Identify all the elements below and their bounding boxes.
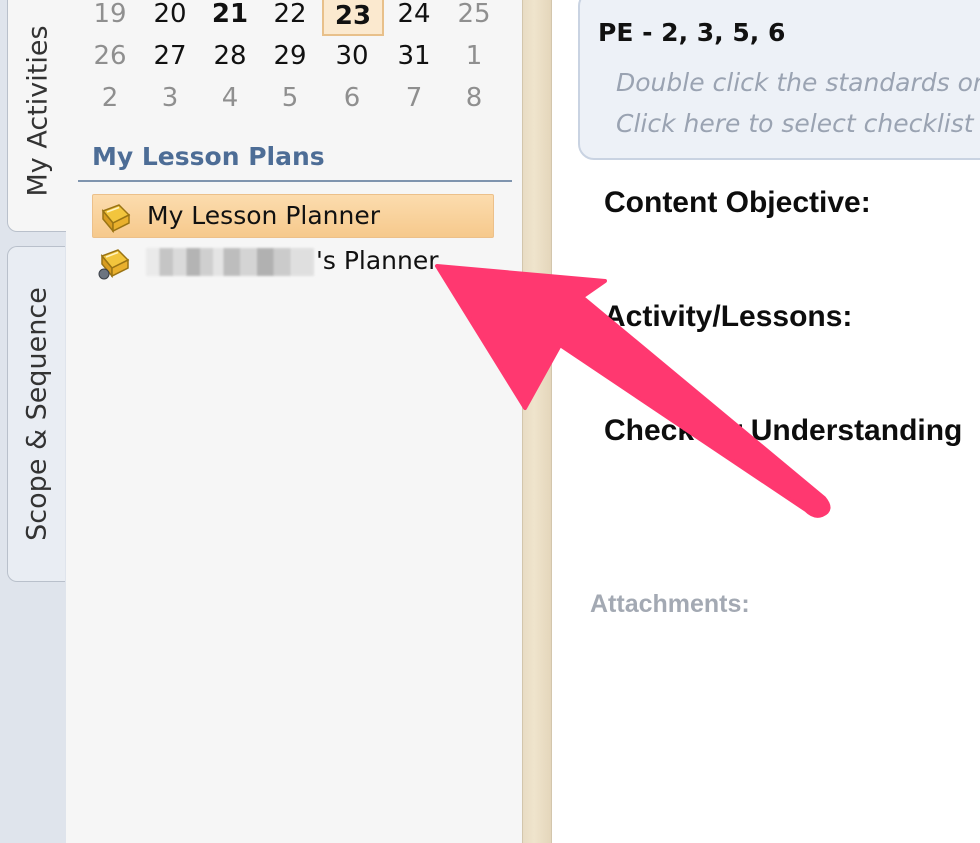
calendar-day[interactable]: 22	[260, 0, 320, 34]
section-divider	[78, 180, 512, 182]
planner-item-my-lesson-planner[interactable]: My Lesson Planner	[92, 194, 494, 238]
calendar-day[interactable]: 26	[80, 36, 140, 76]
attachments-label: Attachments:	[590, 590, 750, 618]
planner-label: My Lesson Planner	[147, 201, 381, 230]
checklist-link[interactable]: Click here to select checklist i	[616, 109, 980, 138]
tab-my-activities-label: My Activities	[22, 25, 53, 197]
calendar-day[interactable]: 24	[384, 0, 444, 34]
lesson-editor: PE - 2, 3, 5, 6 Double click the standar…	[552, 0, 980, 843]
calendar-day[interactable]: 1	[444, 36, 504, 76]
pane-splitter[interactable]	[522, 0, 552, 843]
calendar-day[interactable]: 5	[260, 78, 320, 118]
lesson-plans-heading: My Lesson Plans	[92, 142, 325, 171]
calendar-day[interactable]: 8	[444, 78, 504, 118]
vertical-tab-strip: My Activities Scope & Sequence	[0, 0, 67, 843]
calendar-day[interactable]: 2	[80, 78, 140, 118]
calendar-week-row: 26 27 28 29 30 31 1	[66, 36, 522, 76]
planner-item-shared-planner[interactable]: 's Planner	[92, 240, 494, 284]
standards-hint: Double click the standards on	[616, 68, 980, 97]
calendar-day-selected[interactable]: 23	[322, 0, 384, 36]
book-icon	[98, 249, 130, 280]
content-objective-label: Content Objective:	[604, 186, 871, 219]
calendar-week-row: 2 3 4 5 6 7 8	[66, 78, 522, 118]
sidebar: 19 20 21 22 23 24 25 26 27 28 29 30 31 1…	[66, 0, 522, 843]
planner-label: 's Planner	[146, 246, 439, 276]
planner-label-suffix: 's Planner	[316, 246, 439, 275]
calendar-day[interactable]: 30	[322, 36, 382, 76]
calendar-day[interactable]: 6	[322, 78, 382, 118]
check-understanding-label: Check for Understanding	[604, 414, 963, 447]
calendar-day[interactable]: 19	[80, 0, 140, 34]
calendar-day-today[interactable]: 21	[200, 0, 260, 34]
calendar-day[interactable]: 28	[200, 36, 260, 76]
calendar-day[interactable]: 25	[444, 0, 504, 34]
tab-scope-sequence[interactable]: Scope & Sequence	[7, 246, 65, 582]
tab-scope-sequence-label: Scope & Sequence	[21, 287, 52, 541]
calendar-day[interactable]: 20	[140, 0, 200, 34]
calendar-week-row: 19 20 21 22 23 24 25	[66, 0, 522, 36]
calendar-day[interactable]: 3	[140, 78, 200, 118]
calendar-day[interactable]: 7	[384, 78, 444, 118]
calendar-day[interactable]: 31	[384, 36, 444, 76]
activity-lessons-label: Activity/Lessons:	[604, 300, 853, 333]
app-root: My Activities Scope & Sequence 19 20 21 …	[0, 0, 980, 843]
calendar-day[interactable]: 29	[260, 36, 320, 76]
redacted-name	[146, 248, 314, 276]
calendar-day[interactable]: 4	[200, 78, 260, 118]
tab-my-activities[interactable]: My Activities	[7, 0, 67, 232]
standards-title: PE - 2, 3, 5, 6	[598, 18, 786, 47]
calendar-day[interactable]: 27	[140, 36, 200, 76]
book-icon	[101, 204, 131, 234]
